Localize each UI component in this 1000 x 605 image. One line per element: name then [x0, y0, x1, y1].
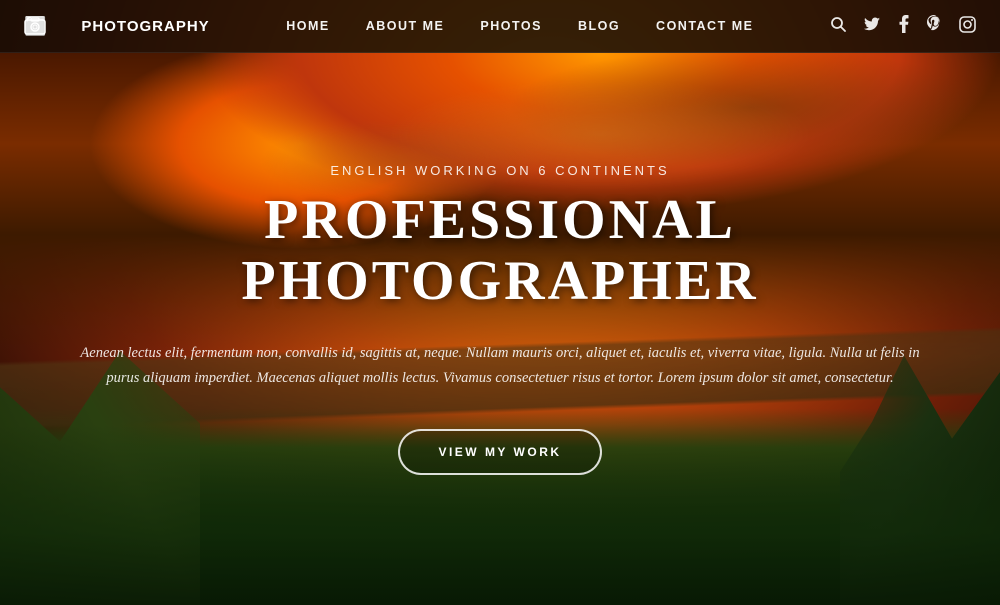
- nav-link-photos[interactable]: PHOTOS: [480, 19, 542, 33]
- nav-link-about[interactable]: ABOUT ME: [366, 19, 445, 33]
- nav-link-home[interactable]: HOME: [286, 19, 330, 33]
- nav-link-blog[interactable]: BLOG: [578, 19, 620, 33]
- logo-text: PHOTOGRAPHY: [55, 18, 209, 35]
- nav-link-contact[interactable]: CONTACT ME: [656, 19, 753, 33]
- hero-subtitle: ENGLISH WORKING ON 6 CONTINENTS: [330, 163, 669, 178]
- hero-description: Aenean lectus elit, fermentum non, conva…: [80, 341, 920, 392]
- hero-content: ENGLISH WORKING ON 6 CONTINENTS PROFESSI…: [0, 33, 1000, 605]
- hero-title: PROFESSIONAL PHOTOGRAPHER: [60, 190, 940, 313]
- view-work-button[interactable]: VIEW MY WORK: [398, 429, 601, 475]
